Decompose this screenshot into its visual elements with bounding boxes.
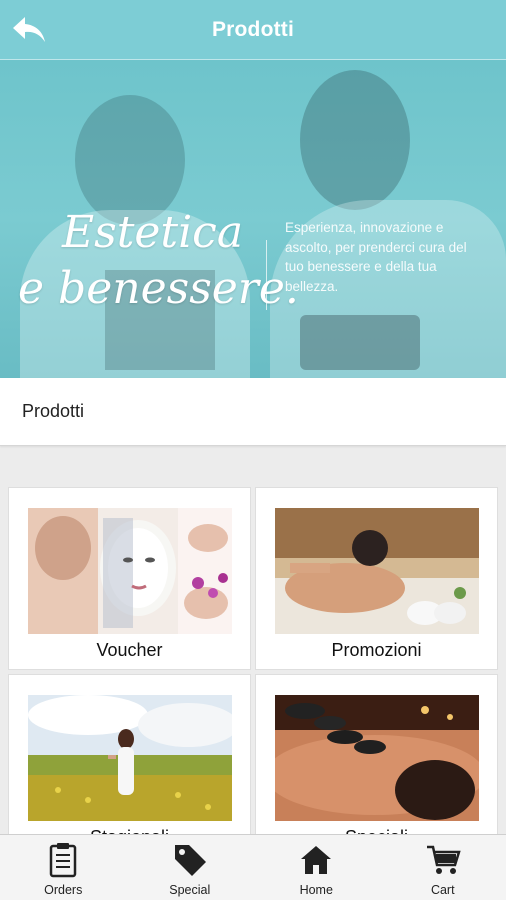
hero-banner: Estetica e benessere. Esperienza, innova… [0, 60, 506, 378]
clipboard-icon [43, 841, 83, 879]
page-title: Prodotti [211, 17, 295, 41]
banner-headline-line2: e benessere. [18, 263, 299, 314]
stagionali-image [28, 695, 232, 821]
banner-divider [266, 240, 267, 310]
banner-palette [300, 315, 420, 370]
banner-figure-right-head [300, 70, 410, 210]
bottom-tab-bar: Orders Special Home Cart [0, 834, 506, 900]
tab-home[interactable]: Home [253, 835, 380, 900]
category-label: Promozioni [331, 640, 422, 660]
tab-cart[interactable]: Cart [380, 835, 506, 900]
speciali-image [275, 695, 479, 821]
top-navigation-bar: Prodotti [0, 0, 506, 60]
tab-label: Home [299, 883, 333, 897]
tab-label: Orders [44, 883, 83, 897]
section-title: Prodotti [22, 401, 85, 421]
tab-orders[interactable]: Orders [0, 835, 127, 900]
home-icon [296, 841, 336, 879]
banner-figure-left-head [75, 95, 185, 225]
promozioni-image [275, 508, 479, 634]
back-arrow-icon [13, 17, 45, 42]
back-button[interactable] [10, 12, 48, 48]
tag-icon [170, 841, 210, 879]
voucher-image [28, 508, 232, 634]
category-card-stagionali[interactable]: Stagionali [8, 674, 251, 857]
category-card-promozioni[interactable]: Promozioni [255, 487, 498, 670]
banner-headline-line1: Estetica [62, 207, 244, 258]
category-card-voucher[interactable]: Voucher [8, 487, 251, 670]
category-card-speciali[interactable]: Speciali [255, 674, 498, 857]
cart-icon [423, 841, 463, 879]
banner-tagline: Esperienza, innovazione e ascolto, per p… [285, 220, 467, 294]
category-label: Voucher [96, 640, 163, 660]
section-header: Prodotti [0, 378, 506, 446]
tab-special[interactable]: Special [127, 835, 254, 900]
app-screen: Prodotti Estetica e benessere. Esperienz… [0, 0, 506, 900]
tab-label: Cart [430, 883, 455, 897]
tab-label: Special [169, 883, 211, 897]
